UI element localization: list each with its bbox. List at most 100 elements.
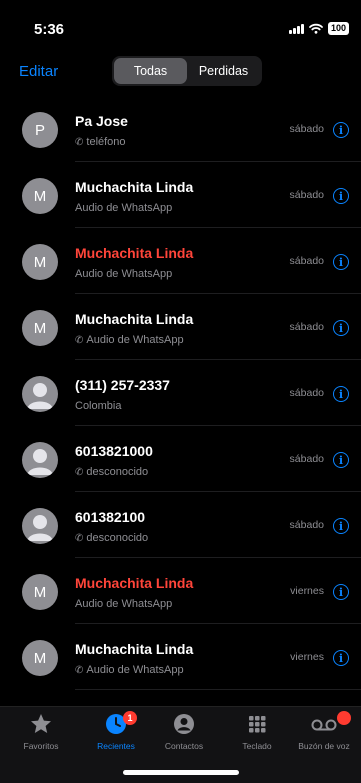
avatar-initial: M [33, 583, 47, 601]
recent-calls-list: P Pa Jose ✆ teléfono sábado i M Muchachit… [0, 96, 361, 690]
info-icon[interactable]: i [333, 320, 349, 336]
avatar: M [22, 244, 58, 280]
tab-teclado[interactable]: Teclado [221, 713, 293, 751]
cellular-signal-icon [288, 23, 304, 34]
tab-label: Buzón de voz [298, 741, 350, 751]
tab-label: Favoritos [23, 741, 59, 751]
keypad-icon [245, 712, 269, 741]
tab-label: Contactos [164, 741, 204, 751]
caller-name: Muchachita Linda [75, 245, 194, 261]
phone-icon: ✆ [75, 136, 84, 148]
status-bar: 5:36 100 [0, 0, 361, 52]
call-detail: ✆ desconocido [75, 466, 148, 478]
info-icon[interactable]: i [333, 650, 349, 666]
call-day: sábado [289, 321, 324, 333]
info-icon[interactable]: i [333, 188, 349, 204]
notification-badge: 1 [123, 711, 137, 725]
tab-label: Teclado [242, 741, 272, 751]
phone-icon: ✆ [75, 334, 84, 346]
call-detail-text: teléfono [86, 136, 126, 148]
info-icon[interactable]: i [333, 518, 349, 534]
voicemail-icon [310, 712, 338, 741]
row-divider [75, 689, 361, 690]
call-detail-text: Audio de WhatsApp [86, 334, 184, 346]
status-icons: 100 [288, 22, 349, 35]
caller-name: 601382100 [75, 509, 146, 525]
person-circle-icon [172, 712, 196, 741]
avatar [22, 376, 58, 412]
notification-badge [337, 711, 351, 725]
avatar: M [22, 640, 58, 676]
call-row[interactable]: M Muchachita Linda Audio de WhatsApp sáb… [0, 162, 361, 228]
person-silhouette-icon [27, 383, 53, 409]
call-detail-text: desconocido [86, 532, 149, 544]
avatar-initial: P [34, 121, 45, 139]
avatar-initial: M [33, 187, 47, 205]
caller-name: Muchachita Linda [75, 641, 194, 657]
caller-name: 6013821000 [75, 443, 153, 459]
call-detail: ✆ desconocido [75, 532, 148, 544]
caller-name: (311) 257-2337 [75, 377, 170, 393]
info-icon[interactable]: i [333, 386, 349, 402]
call-row[interactable]: (311) 257-2337 Colombia sábado i [0, 360, 361, 426]
call-detail: Audio de WhatsApp [75, 202, 172, 214]
call-detail-text: Audio de WhatsApp [75, 202, 173, 214]
call-detail-text: Audio de WhatsApp [75, 268, 173, 280]
call-day: sábado [289, 189, 324, 201]
call-row[interactable]: M Muchachita Linda ✆ Audio de WhatsApp vi… [0, 624, 361, 690]
tab-todas[interactable]: Todas [114, 58, 187, 84]
phone-icon: ✆ [75, 532, 84, 544]
info-icon[interactable]: i [333, 254, 349, 270]
caller-name: Muchachita Linda [75, 179, 194, 195]
avatar: M [22, 178, 58, 214]
tab-recientes[interactable]: 1 Recientes [80, 711, 152, 751]
call-row[interactable]: 6013821000 ✆ desconocido sábado i [0, 426, 361, 492]
phone-icon: ✆ [75, 664, 84, 676]
call-day: sábado [289, 387, 324, 399]
tab-buz-n-de-voz[interactable]: Buzón de voz [288, 711, 360, 751]
tab-label: Recientes [97, 741, 135, 751]
call-day: sábado [289, 453, 324, 465]
avatar-initial: M [33, 649, 47, 667]
call-day: viernes [290, 585, 324, 597]
call-filter-segmented-control: Todas Perdidas [112, 56, 262, 86]
caller-name: Pa Jose [75, 113, 128, 129]
info-icon[interactable]: i [333, 452, 349, 468]
call-row[interactable]: P Pa Jose ✆ teléfono sábado i [0, 96, 361, 162]
call-day: sábado [289, 519, 324, 531]
avatar [22, 508, 58, 544]
call-detail: Audio de WhatsApp [75, 268, 172, 280]
call-row[interactable]: M Muchachita Linda ✆ Audio de WhatsApp sá… [0, 294, 361, 360]
call-detail: Audio de WhatsApp [75, 598, 172, 610]
call-detail: Colombia [75, 400, 121, 412]
call-detail: ✆ Audio de WhatsApp [75, 334, 184, 346]
person-silhouette-icon [27, 449, 53, 475]
call-row[interactable]: M Muchachita Linda Audio de WhatsApp sáb… [0, 228, 361, 294]
caller-name: Muchachita Linda [75, 575, 194, 591]
tab-favoritos[interactable]: Favoritos [5, 713, 77, 751]
call-day: sábado [289, 255, 324, 267]
call-day: sábado [289, 123, 324, 135]
call-detail-text: Audio de WhatsApp [86, 664, 184, 676]
status-time: 5:36 [34, 21, 65, 38]
call-detail: ✆ teléfono [75, 136, 126, 148]
call-day: viernes [290, 651, 324, 663]
wifi-icon [309, 23, 323, 34]
call-row[interactable]: M Muchachita Linda Audio de WhatsApp vie… [0, 558, 361, 624]
edit-button[interactable]: Editar [19, 63, 58, 80]
info-icon[interactable]: i [333, 122, 349, 138]
call-detail-text: Colombia [75, 400, 122, 412]
avatar: P [22, 112, 58, 148]
avatar-initial: M [33, 253, 47, 271]
call-detail: ✆ Audio de WhatsApp [75, 664, 184, 676]
person-silhouette-icon [27, 515, 53, 541]
call-detail-text: desconocido [86, 466, 149, 478]
call-row[interactable]: 601382100 ✆ desconocido sábado i [0, 492, 361, 558]
star-icon [29, 712, 53, 741]
home-indicator [123, 770, 239, 775]
battery-icon: 100 [327, 22, 349, 35]
tab-contactos[interactable]: Contactos [148, 713, 220, 751]
header: Editar Todas Perdidas [0, 52, 361, 92]
info-icon[interactable]: i [333, 584, 349, 600]
tab-perdidas[interactable]: Perdidas [187, 58, 260, 84]
